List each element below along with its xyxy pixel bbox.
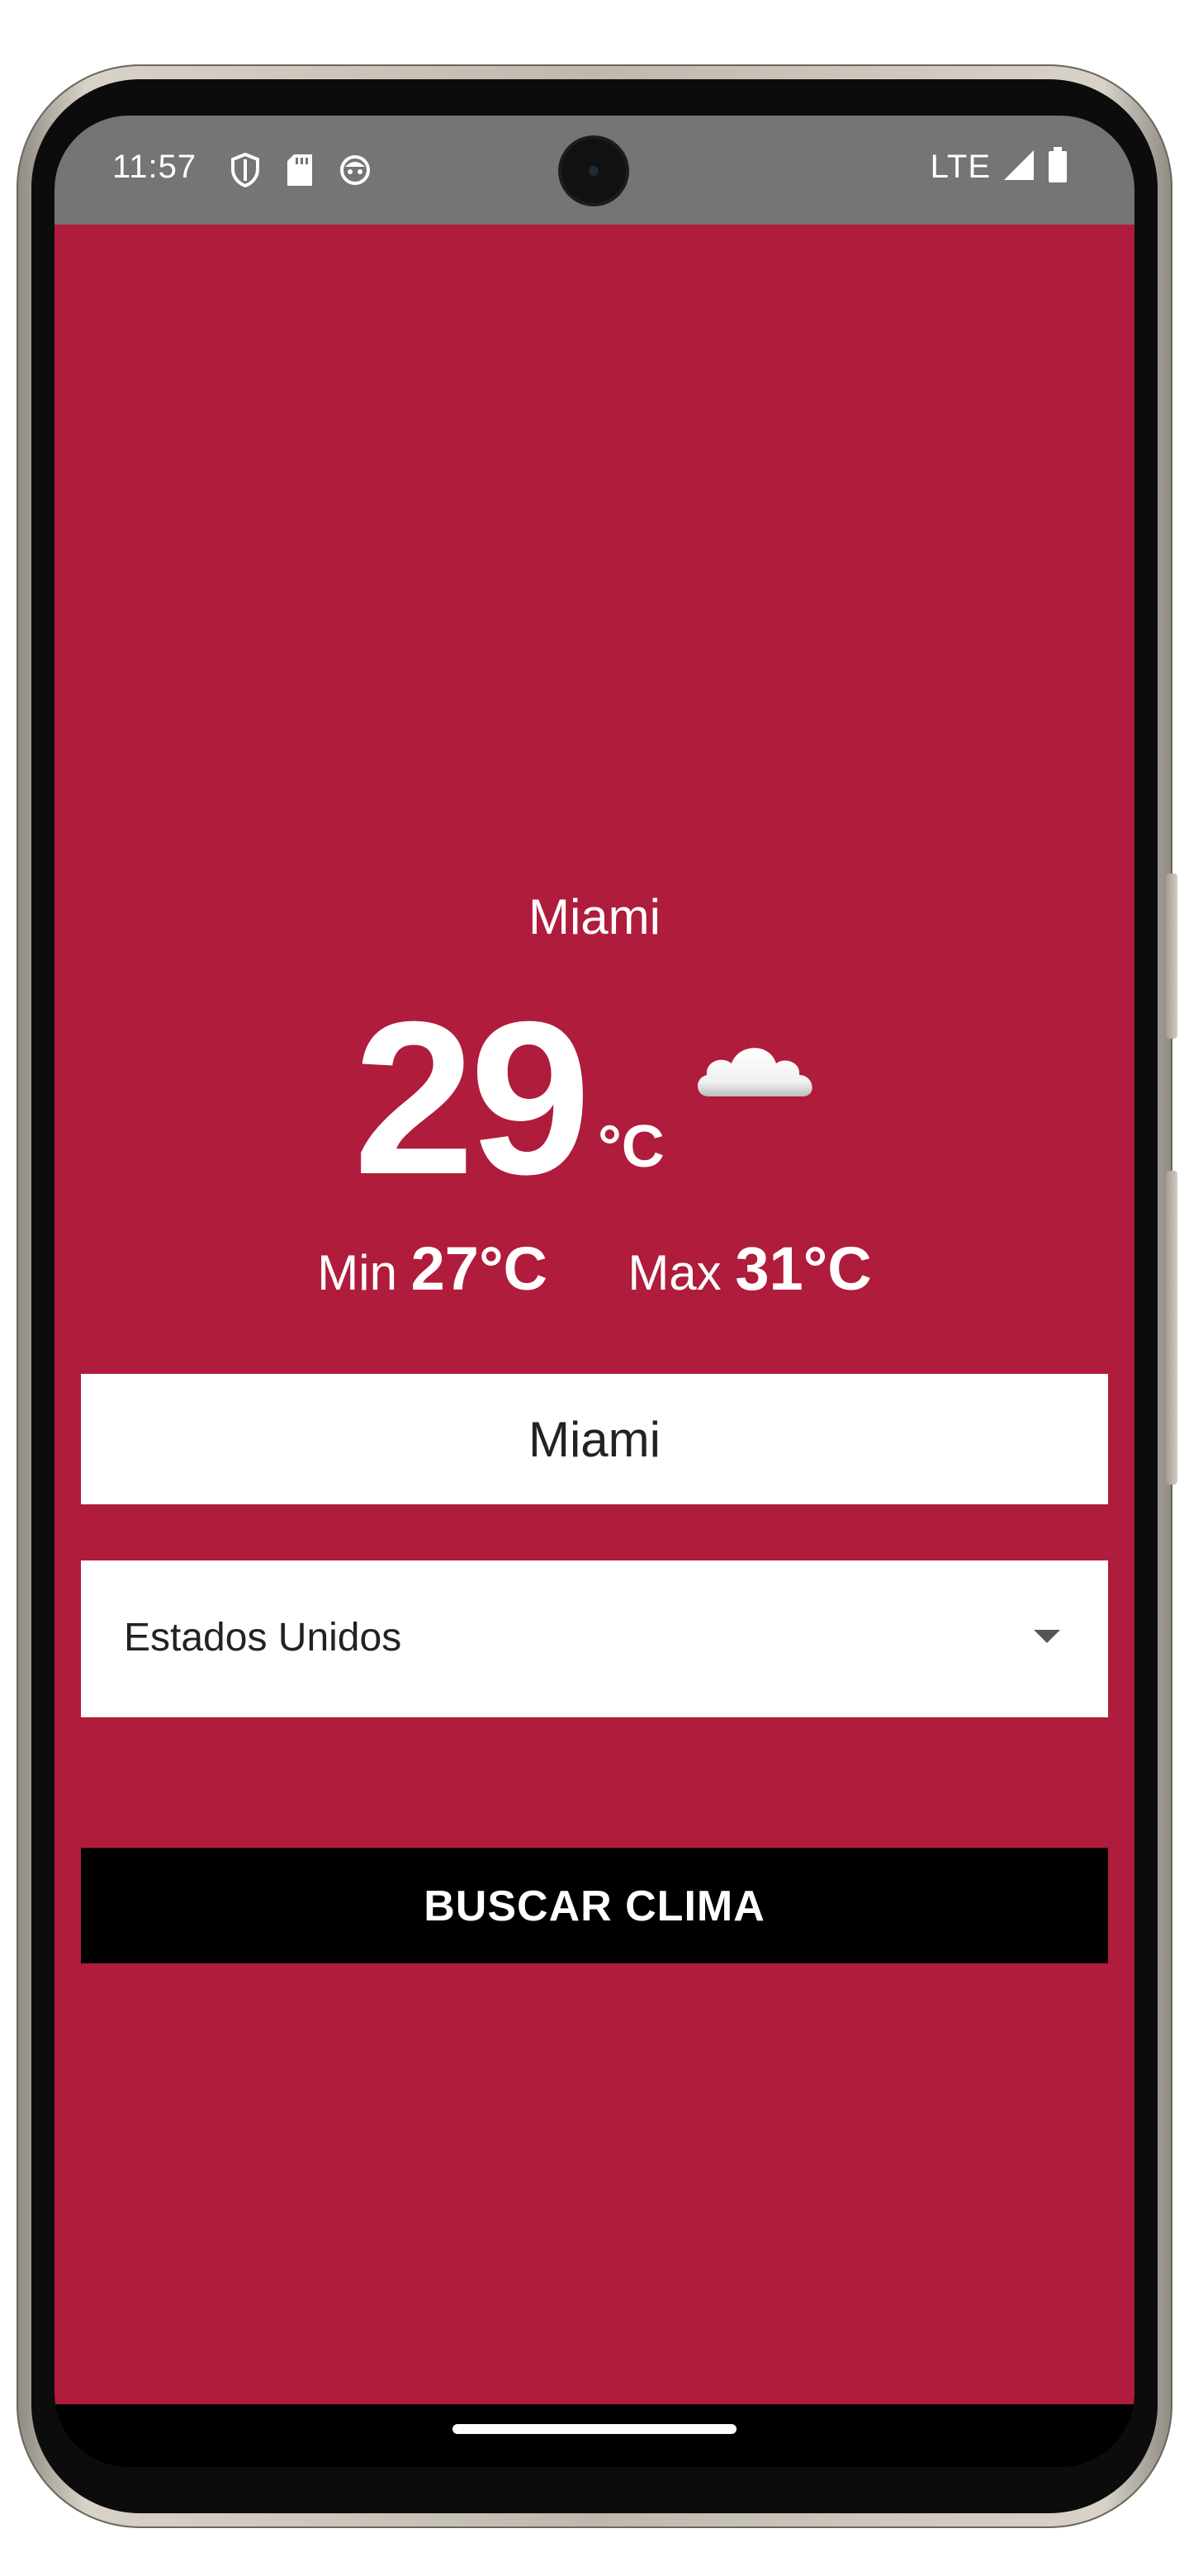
network-type: LTE xyxy=(930,149,991,185)
cloud-icon xyxy=(690,1030,822,1113)
temperature-unit: °C xyxy=(598,1114,665,1180)
dropdown-arrow-icon xyxy=(1034,1630,1060,1643)
shield-icon xyxy=(230,152,261,192)
max-temperature: 31°C xyxy=(735,1234,872,1303)
smiley-icon xyxy=(339,154,372,191)
country-select[interactable]: Estados Unidos xyxy=(81,1560,1108,1717)
signal-icon xyxy=(1002,149,1035,186)
sd-card-icon xyxy=(286,153,314,192)
weather-screen: Miami 29 °C Min 27°C Max 31°C Miami Esta… xyxy=(54,225,1135,2404)
status-right: LTE xyxy=(931,147,1068,187)
volume-button xyxy=(1166,1171,1177,1485)
power-button xyxy=(1166,874,1177,1039)
home-gesture-handle[interactable] xyxy=(452,2424,737,2434)
min-temperature: 27°C xyxy=(410,1234,547,1303)
status-time: 11:57 xyxy=(112,149,197,185)
battery-icon xyxy=(1047,147,1068,187)
navigation-bar xyxy=(54,2404,1135,2467)
status-bar: 11:57 LTE xyxy=(54,116,1135,225)
temperature-row: 29 °C xyxy=(54,976,1135,1219)
search-weather-button[interactable]: BUSCAR CLIMA xyxy=(81,1848,1108,1963)
city-input[interactable] xyxy=(81,1374,1108,1504)
city-title: Miami xyxy=(528,889,661,945)
min-max-row: Min 27°C Max 31°C xyxy=(54,1234,1135,1304)
notification-icons xyxy=(230,152,372,192)
front-camera xyxy=(561,139,626,203)
current-temperature: 29 xyxy=(353,976,591,1219)
screen: 11:57 LTE Miami 29 °C Min 27°C Max 31°C … xyxy=(54,116,1135,2467)
min-label: Min xyxy=(317,1245,397,1300)
max-label: Max xyxy=(628,1245,722,1300)
country-selected-value: Estados Unidos xyxy=(124,1616,402,1660)
